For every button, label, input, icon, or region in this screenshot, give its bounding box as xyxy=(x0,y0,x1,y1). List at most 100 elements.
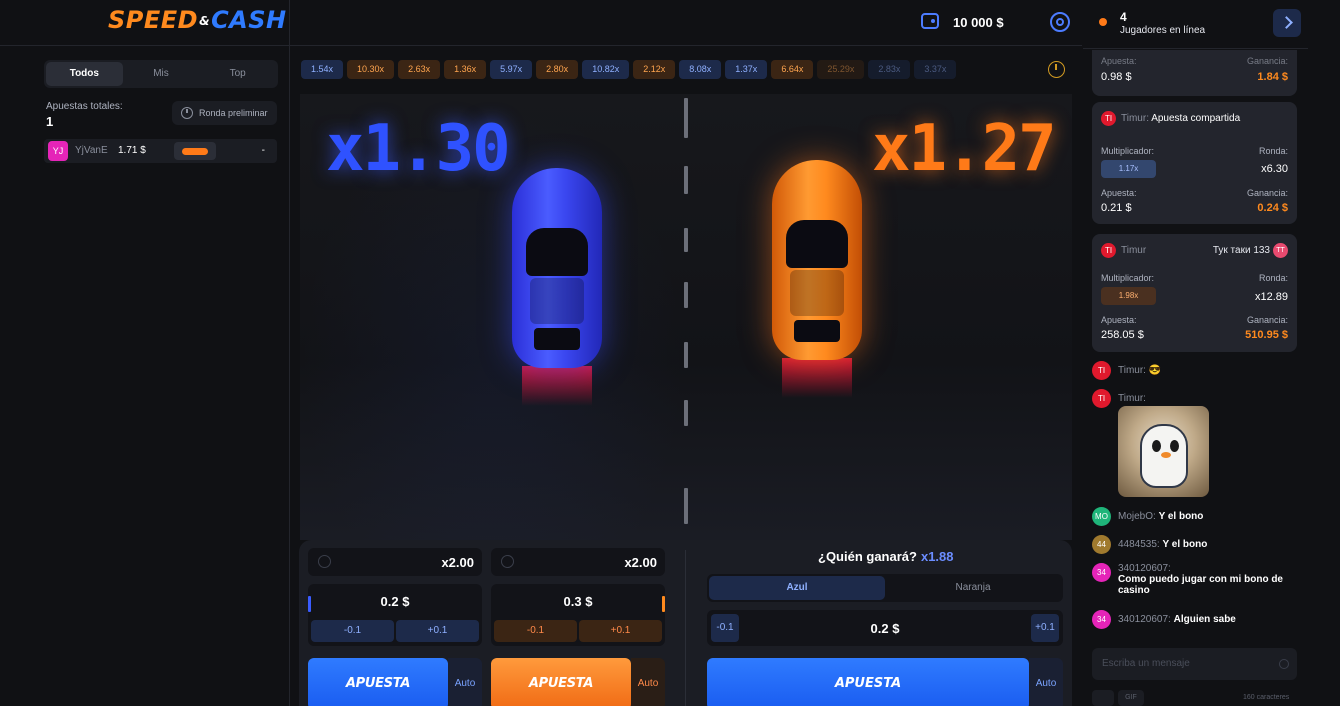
power-icon[interactable] xyxy=(501,555,514,568)
ganancia-label: Ganancia: xyxy=(1246,56,1288,66)
send-icon[interactable] xyxy=(1279,659,1289,669)
controls-divider xyxy=(685,550,686,706)
orange-increase-button[interactable]: +0.1 xyxy=(579,620,662,642)
balance: 10 000 $ xyxy=(953,15,1004,30)
ronda-label: Ronda: xyxy=(1258,146,1288,156)
ganancia-value: 0.24 $ xyxy=(1257,202,1288,214)
blue-car-windshield xyxy=(526,228,588,276)
blue-auto-button[interactable]: Auto xyxy=(448,658,482,706)
settings-gear-icon[interactable] xyxy=(1050,12,1070,32)
blue-amount-value[interactable]: 0.2 $ xyxy=(308,594,482,609)
left-divider xyxy=(289,0,290,706)
preliminary-round-button[interactable]: Ronda preliminar xyxy=(172,101,277,125)
tab-top[interactable]: Top xyxy=(199,62,276,86)
chat-user: 340120607: xyxy=(1118,563,1171,574)
bet-username: YjVanE xyxy=(75,145,108,156)
avatar: 34 xyxy=(1092,610,1111,629)
history-chip: 2.12x xyxy=(633,60,676,79)
history-chip: 10.30x xyxy=(347,60,395,79)
power-icon[interactable] xyxy=(318,555,331,568)
chat-message-input[interactable]: Escriba un mensaje xyxy=(1092,648,1297,680)
penguin-eye xyxy=(1170,440,1179,452)
history-chip: 10.82x xyxy=(582,60,630,79)
total-bets-value: 1 xyxy=(46,114,54,129)
emoji-button[interactable] xyxy=(1092,690,1114,706)
chat-user: 340120607: xyxy=(1118,614,1171,625)
who-wins-multiplier: x1.88 xyxy=(920,549,954,564)
multiplier-chip: 1.17x xyxy=(1101,160,1156,178)
card-user: Timur xyxy=(1121,113,1147,125)
chat-body: Como puedo jugar con mi bono de casino xyxy=(1118,574,1283,596)
side-select: Azul Naranja xyxy=(707,574,1063,602)
orange-auto-button[interactable]: Auto xyxy=(631,658,665,706)
logo-amp: & xyxy=(199,14,211,28)
ganancia-label: Ganancia: xyxy=(1246,315,1288,325)
bets-tabs: Todos Mis Top xyxy=(44,60,278,88)
history-chip: 2.80x xyxy=(536,60,579,79)
chat-message-text: 340120607: Alguien sabe xyxy=(1118,614,1288,625)
online-label: Jugadores en línea xyxy=(1120,25,1206,36)
ronda-value: x6.30 xyxy=(1261,163,1288,175)
apuesta-value: 0.98 $ xyxy=(1101,71,1132,83)
chat-input-placeholder: Escriba un mensaje xyxy=(1102,658,1190,669)
tab-naranja[interactable]: Naranja xyxy=(885,576,1061,600)
side-auto-button[interactable]: Auto xyxy=(1029,658,1063,706)
bet-row: YJ YjVanE 1.71 $ - xyxy=(44,139,277,163)
penguin-eye xyxy=(1152,440,1161,452)
wallet-icon[interactable] xyxy=(921,13,939,29)
orange-decrease-button[interactable]: -0.1 xyxy=(494,620,577,642)
avatar: MO xyxy=(1092,507,1111,526)
blue-bet-button[interactable]: APUESTA xyxy=(308,658,448,706)
preliminary-round-label: Ronda preliminar xyxy=(199,108,268,118)
multiplier-history: 1.54x 10.30x 2.63x 1.36x 5.97x 2.80x 10.… xyxy=(301,60,1041,79)
avatar: TI xyxy=(1092,361,1111,380)
avatar: TT xyxy=(1273,243,1288,258)
lane-divider xyxy=(684,166,688,194)
tab-todos[interactable]: Todos xyxy=(46,62,123,86)
side-amount-value[interactable]: 0.2 $ xyxy=(707,621,1063,636)
blue-car xyxy=(512,168,602,368)
history-chip: 2.83x xyxy=(868,60,911,79)
tab-mis[interactable]: Mis xyxy=(123,62,200,86)
orange-car xyxy=(772,160,862,360)
history-chip: 1.54x xyxy=(301,60,344,79)
side-bet-button[interactable]: APUESTA xyxy=(707,658,1029,706)
lane-divider xyxy=(684,400,688,426)
online-count: 4 xyxy=(1120,10,1127,24)
chat-user: 4484535: xyxy=(1118,539,1160,550)
orange-amount-box: 0.3 $ -0.1 +0.1 xyxy=(491,584,665,646)
orange-panel-multiplier: x2.00 xyxy=(624,555,657,570)
orange-car-rear xyxy=(794,320,840,342)
orange-bet-button[interactable]: APUESTA xyxy=(491,658,631,706)
blue-decrease-button[interactable]: -0.1 xyxy=(311,620,394,642)
orange-car-icon xyxy=(174,142,216,160)
apuesta-label: Apuesta: xyxy=(1101,188,1137,198)
apuesta-label: Apuesta: xyxy=(1101,315,1137,325)
blue-increase-button[interactable]: +0.1 xyxy=(396,620,479,642)
history-chip: 25.29x xyxy=(817,60,865,79)
shared-bet-card: TI Timur: Apuesta compartida Multiplicado… xyxy=(1092,102,1297,224)
tab-azul[interactable]: Azul xyxy=(709,576,885,600)
orange-amount-value[interactable]: 0.3 $ xyxy=(491,594,665,609)
lane-divider xyxy=(684,342,688,368)
side-increase-button[interactable]: +0.1 xyxy=(1031,614,1059,642)
avatar: YJ xyxy=(48,141,68,161)
gif-button[interactable]: GIF xyxy=(1118,690,1144,706)
orange-car-windshield xyxy=(786,220,848,268)
ganancia-value: 510.95 $ xyxy=(1245,329,1288,341)
chevron-right-icon[interactable] xyxy=(1273,9,1301,37)
blue-tail-lights xyxy=(522,366,592,406)
penguin-sticker xyxy=(1118,406,1209,497)
blue-multiplier: x1.30 xyxy=(326,112,511,186)
history-chip: 2.63x xyxy=(398,60,441,79)
orange-car-roof xyxy=(790,270,844,316)
chat-body: Alguien sabe xyxy=(1173,614,1236,625)
bet-controls: x2.00 0.2 $ -0.1 +0.1 APUESTA Auto x2.00… xyxy=(299,540,1072,706)
chat-body: Y el bono xyxy=(1162,539,1208,550)
clock-icon xyxy=(181,107,193,119)
history-chip: 5.97x xyxy=(490,60,533,79)
history-chip: 8.08x xyxy=(679,60,722,79)
history-clock-icon[interactable] xyxy=(1048,61,1065,78)
side-amount-box: -0.1 0.2 $ +0.1 xyxy=(707,610,1063,646)
blue-car-rear xyxy=(534,328,580,350)
